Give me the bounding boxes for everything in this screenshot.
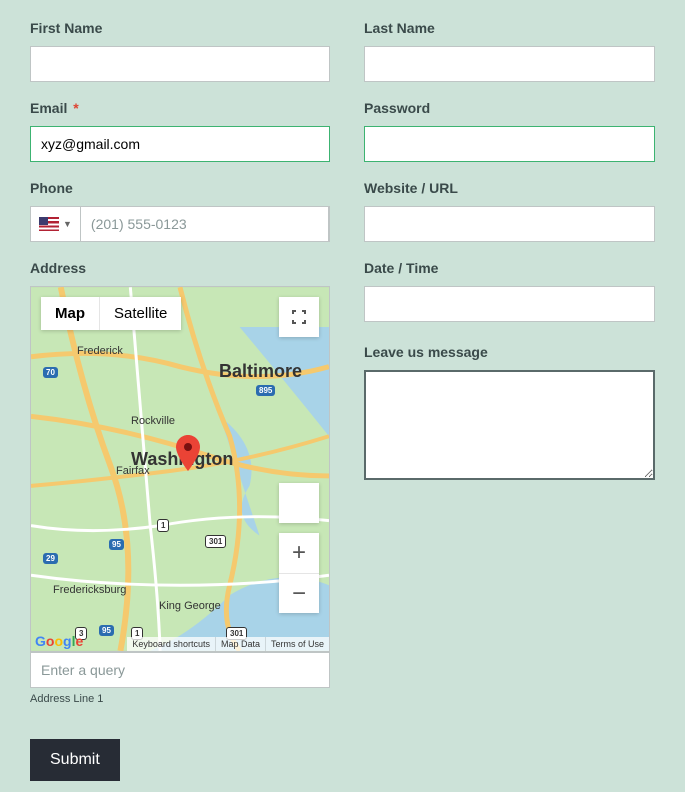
- last-name-label: Last Name: [364, 20, 655, 36]
- map-zoom-out-button[interactable]: −: [279, 573, 319, 613]
- fullscreen-icon: [291, 309, 307, 325]
- map-attribution: Keyboard shortcuts Map Data Terms of Use: [31, 637, 329, 651]
- map-pin-icon: [176, 435, 200, 471]
- message-textarea[interactable]: [364, 370, 655, 480]
- password-input[interactable]: [364, 126, 655, 162]
- email-input[interactable]: [30, 126, 330, 162]
- map-shortcuts-link[interactable]: Keyboard shortcuts: [127, 637, 215, 651]
- phone-input[interactable]: [80, 206, 329, 242]
- map-type-map-button[interactable]: Map: [41, 297, 99, 330]
- address-line1-label: Address Line 1: [30, 693, 330, 705]
- map-zoom-in-button[interactable]: +: [279, 533, 319, 573]
- map-city-baltimore: Baltimore: [219, 361, 302, 382]
- map-city-fairfax: Fairfax: [116, 465, 150, 477]
- map-type-satellite-button[interactable]: Satellite: [99, 297, 181, 330]
- map-city-fredericksburg: Fredericksburg: [53, 584, 126, 596]
- chevron-down-icon: ▼: [63, 219, 72, 229]
- datetime-label: Date / Time: [364, 260, 655, 276]
- website-input[interactable]: [364, 206, 655, 242]
- message-label: Leave us message: [364, 344, 655, 360]
- address-label: Address: [30, 260, 330, 276]
- phone-label: Phone: [30, 180, 330, 196]
- map-city-rockville: Rockville: [131, 415, 175, 427]
- route-i70: 70: [43, 367, 58, 378]
- us-flag-icon: [39, 217, 59, 231]
- password-label: Password: [364, 100, 655, 116]
- map-data-link[interactable]: Map Data: [215, 637, 265, 651]
- route-us301a: 301: [205, 535, 226, 548]
- website-label: Website / URL: [364, 180, 655, 196]
- map-city-frederick: Frederick: [77, 345, 123, 357]
- route-i895: 895: [256, 385, 275, 396]
- route-i95b: 95: [99, 625, 114, 636]
- map-pegman-button[interactable]: [279, 483, 319, 523]
- datetime-input[interactable]: [364, 286, 655, 322]
- map-fullscreen-button[interactable]: [279, 297, 319, 337]
- route-us1a: 1: [157, 519, 169, 532]
- first-name-input[interactable]: [30, 46, 330, 82]
- last-name-input[interactable]: [364, 46, 655, 82]
- email-label: Email *: [30, 100, 330, 116]
- phone-country-button[interactable]: ▼: [31, 207, 80, 241]
- first-name-label: First Name: [30, 20, 330, 36]
- submit-button[interactable]: Submit: [30, 739, 120, 781]
- route-i95a: 95: [109, 539, 124, 550]
- address-search-input[interactable]: [30, 652, 330, 688]
- route-us29: 29: [43, 553, 58, 564]
- map[interactable]: Baltimore Washington Frederick Rockville…: [30, 286, 330, 652]
- map-terms-link[interactable]: Terms of Use: [265, 637, 329, 651]
- map-city-king-george: King George: [159, 600, 221, 612]
